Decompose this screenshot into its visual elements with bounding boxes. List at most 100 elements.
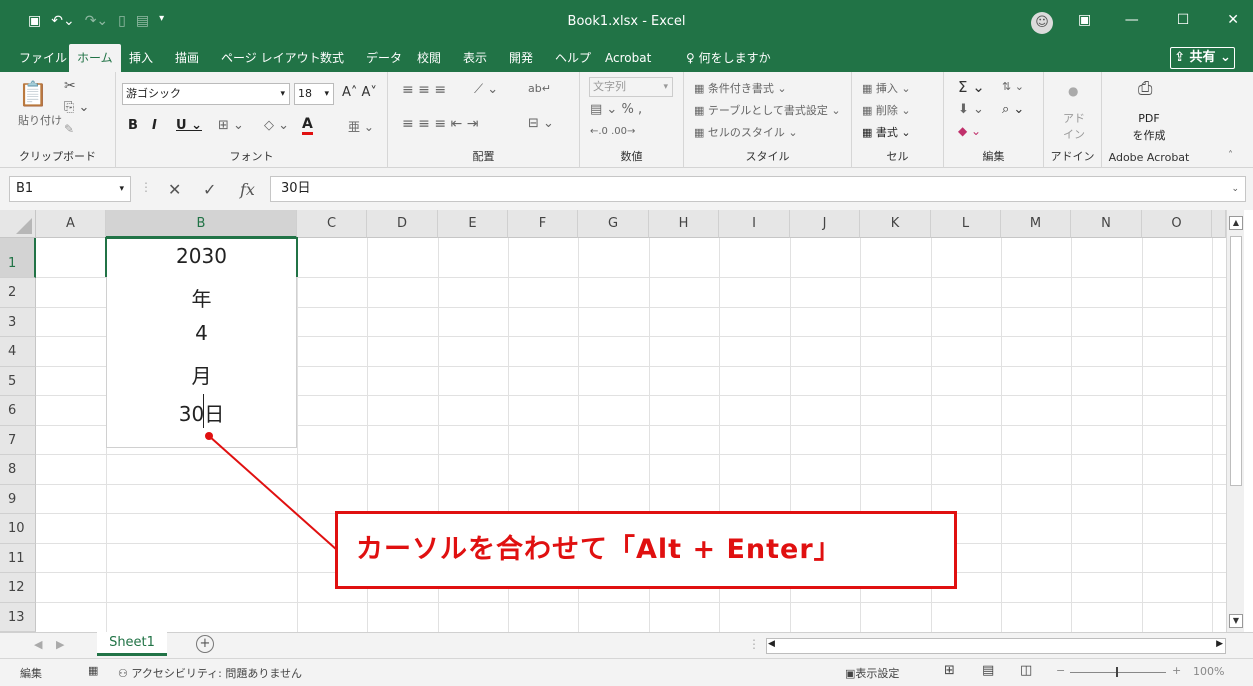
tab-acrobat[interactable]: Acrobat [597,44,659,72]
display-settings-button[interactable]: ▣表示設定 [845,665,899,681]
scroll-up-icon[interactable]: ▲ [1229,216,1243,230]
row-header-4[interactable]: 4 [0,337,36,367]
create-pdf-line1[interactable]: PDF [1102,112,1196,125]
column-header-l[interactable]: L [931,210,1001,238]
paste-label[interactable]: 貼り付け [18,112,62,128]
tab-review[interactable]: 校閲 [409,44,449,72]
paste-icon[interactable]: 📋 [18,80,48,108]
column-header-o[interactable]: O [1142,210,1212,238]
column-header-c[interactable]: C [297,210,367,238]
autosum-icon[interactable]: Σ ⌄ [958,78,985,96]
sheet-tab-sheet1[interactable]: Sheet1 [97,632,167,656]
column-header-i[interactable]: I [719,210,790,238]
top-align-icon[interactable]: ≡ ≡ ≡ [402,82,446,98]
tell-me-search[interactable]: ♀ 何をしますか [678,44,779,72]
zoom-level[interactable]: 100% [1193,665,1224,678]
fill-icon[interactable]: ⬇ ⌄ [958,102,984,117]
row-header-1[interactable]: 1 [0,238,36,278]
column-header-f[interactable]: F [508,210,578,238]
insert-cells-button[interactable]: ▦ 挿入 ⌄ [862,80,911,96]
column-header-h[interactable]: H [649,210,719,238]
row-header-13[interactable]: 13 [0,603,36,632]
column-header-k[interactable]: K [860,210,931,238]
format-painter-icon[interactable]: ✎ [64,122,74,136]
column-header-e[interactable]: E [438,210,508,238]
row-header-8[interactable]: 8 [0,455,36,485]
column-header-j[interactable]: J [790,210,860,238]
zoom-slider-thumb[interactable] [1116,667,1118,677]
maximize-icon[interactable]: ☐ [1177,12,1190,28]
format-as-table-button[interactable]: ▦ テーブルとして書式設定 ⌄ [694,102,841,118]
decimal-icon[interactable]: ←.0 .00→ [590,126,635,137]
font-size-select[interactable]: 18 ▾ [294,83,334,105]
row-header-5[interactable]: 5 [0,367,36,396]
column-header-n[interactable]: N [1071,210,1142,238]
close-icon[interactable]: ✕ [1227,12,1239,28]
share-button[interactable]: ⇪ 共有 ⌄ [1170,47,1235,69]
conditional-format-button[interactable]: ▦ 条件付き書式 ⌄ [694,80,787,96]
enter-icon[interactable]: ✓ [203,180,216,199]
column-header-d[interactable]: D [367,210,438,238]
find-select-icon[interactable]: ⌕ ⌄ [1002,102,1024,117]
left-align-icon[interactable]: ≡ ≡ ≡ ⇤ ⇥ [402,116,478,132]
prev-sheet-icon[interactable]: ◀ [34,638,42,651]
addin-button[interactable]: アド イン [1062,110,1086,142]
name-box[interactable]: B1 ▾ [9,176,131,202]
addin-icon[interactable]: ● [1068,84,1078,98]
accessibility-status[interactable]: ⚇ アクセシビリティ: 問題ありません [118,665,302,681]
grow-font-icon[interactable]: A˄ A˅ [342,85,377,100]
macro-record-icon[interactable]: ▦ [88,664,98,677]
clear-icon[interactable]: ◆ ⌄ [958,124,981,138]
tab-draw[interactable]: 描画 [167,44,207,72]
normal-view-icon[interactable]: ⊞ [944,663,955,678]
underline-icon[interactable]: U ⌄ [176,118,202,133]
cell-styles-button[interactable]: ▦ セルのスタイル ⌄ [694,124,798,140]
row-header-10[interactable]: 10 [0,514,36,544]
page-layout-view-icon[interactable]: ▤ [982,663,994,678]
row-header-2[interactable]: 2 [0,278,36,308]
cut-icon[interactable]: ✂ [64,78,76,94]
column-header-m[interactable]: M [1001,210,1071,238]
column-header-partial[interactable] [1212,210,1226,238]
bold-icon[interactable]: B [128,118,138,133]
tab-insert[interactable]: 挿入 [121,44,161,72]
create-pdf-line2[interactable]: を作成 [1102,127,1196,143]
tab-home[interactable]: ホーム [69,44,121,72]
zoom-in-icon[interactable]: + [1172,664,1181,677]
ribbon-display-icon[interactable]: ▣ [1078,12,1091,28]
row-header-3[interactable]: 3 [0,308,36,337]
phonetic-icon[interactable]: 亜 ⌄ [348,118,374,135]
wrap-text-icon[interactable]: ab↵ [528,82,551,95]
scroll-right-icon[interactable]: ▶ [1216,639,1223,649]
row-header-7[interactable]: 7 [0,426,36,455]
zoom-out-icon[interactable]: − [1056,664,1065,677]
select-all-corner[interactable] [0,210,36,238]
scroll-down-icon[interactable]: ▼ [1229,614,1243,628]
tab-data[interactable]: データ [358,44,410,72]
scroll-left-icon[interactable]: ◀ [768,639,775,649]
percent-icon[interactable]: % [621,102,633,117]
tab-view[interactable]: 表示 [455,44,495,72]
tab-developer[interactable]: 開発 [501,44,541,72]
row-header-9[interactable]: 9 [0,485,36,514]
currency-icon[interactable]: ▤ ⌄ % , [590,102,642,117]
sort-filter-icon[interactable]: ⇅ ⌄ [1002,80,1024,93]
column-header-g[interactable]: G [578,210,649,238]
vertical-scroll-thumb[interactable] [1230,236,1242,486]
horizontal-scrollbar[interactable]: ◀ ▶ [766,638,1226,654]
row-header-6[interactable]: 6 [0,396,36,426]
user-avatar-icon[interactable]: ☺ [1031,12,1053,34]
tab-formulas[interactable]: 数式 [312,44,352,72]
row-header-11[interactable]: 11 [0,544,36,573]
delete-cells-button[interactable]: ▦ 削除 ⌄ [862,102,911,118]
insert-function-icon[interactable]: fx [240,180,255,199]
pdf-icon[interactable]: ⎙ [1138,78,1152,99]
font-color-icon[interactable]: A [302,116,313,135]
font-name-select[interactable]: 游ゴシック ▾ [122,83,290,105]
borders-icon[interactable]: ⊞ ⌄ [218,118,244,133]
add-sheet-icon[interactable]: + [196,635,214,653]
copy-icon[interactable]: ⎘ ⌄ [64,100,89,115]
collapse-ribbon-icon[interactable]: ˄ [1228,150,1233,161]
formula-input[interactable]: 30日 ⌄ [270,176,1246,202]
page-break-view-icon[interactable]: ◫ [1020,663,1032,678]
